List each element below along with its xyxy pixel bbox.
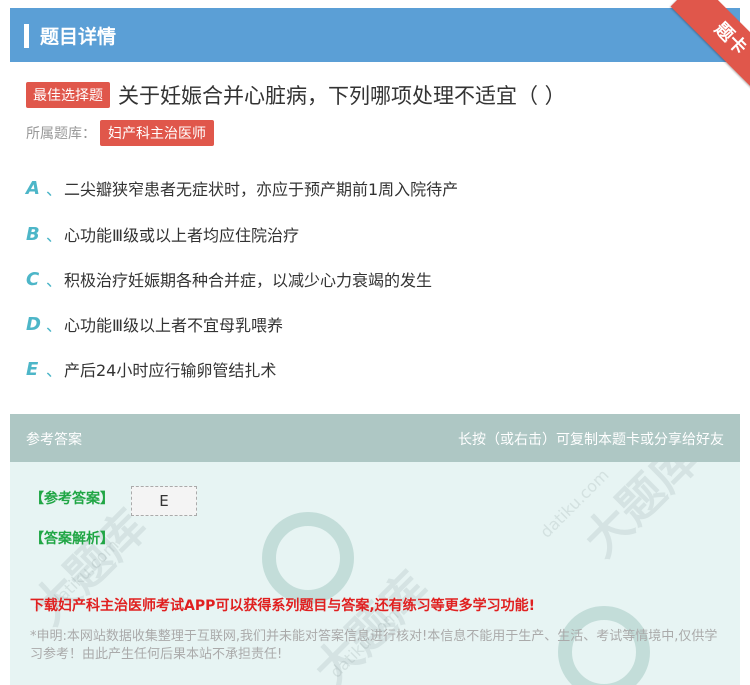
answer-value: E [131,486,197,516]
option-separator: 、 [46,271,63,290]
option-letter: D [26,313,41,335]
option-text: 心功能Ⅲ级或以上者均应住院治疗 [64,226,300,245]
analysis-label: 【答案解析】 [30,531,114,547]
option-separator: 、 [46,180,63,199]
answer-header-title: 参考答案 [26,432,82,448]
option-separator: 、 [46,361,63,380]
option-separator: 、 [46,226,63,245]
header-accent-bar [24,24,29,48]
option-letter: C [26,268,40,290]
option-letter: E [26,358,39,380]
option-c[interactable]: C 、 积极治疗妊娠期各种合并症，以减少心力衰竭的发生 [26,267,432,291]
option-separator: 、 [46,316,63,335]
option-letter: B [26,223,40,245]
option-d[interactable]: D 、 心功能Ⅲ级以上者不宜母乳喂养 [26,312,283,336]
question-text: 关于妊娠合并心脏病，下列哪项处理不适宜（ ） [118,84,566,108]
category-link[interactable]: 妇产科主治医师 [100,120,214,146]
option-text: 产后24小时应行输卵管结扎术 [64,361,277,380]
disclaimer-text: *申明:本网站数据收集整理于互联网,我们并未能对答案信息进行核对!本信息不能用于… [30,629,718,662]
page-title: 题目详情 [40,26,117,48]
category-line: 所属题库： 妇产科主治医师 [26,120,214,146]
option-letter: A [26,177,40,199]
page-header: 题目详情 [10,8,740,62]
option-text: 积极治疗妊娠期各种合并症，以减少心力衰竭的发生 [64,271,433,290]
question-line: 最佳选择题 关于妊娠合并心脏病，下列哪项处理不适宜（ ） [26,80,566,110]
share-hint: 长按（或右击）可复制本题卡或分享给好友 [458,432,724,448]
option-b[interactable]: B 、 心功能Ⅲ级或以上者均应住院治疗 [26,222,299,246]
answer-label: 【参考答案】 [30,491,114,507]
option-e[interactable]: E 、 产后24小时应行输卵管结扎术 [26,357,276,381]
question-type-tag: 最佳选择题 [26,82,110,108]
app-download-promo[interactable]: 下载妇产科主治医师考试APP可以获得系列题目与答案,还有练习等更多学习功能! [30,595,535,615]
option-text: 心功能Ⅲ级以上者不宜母乳喂养 [64,316,284,335]
answer-panel: 大题库 大题库 大题库 datiku.com datiku.com datiku… [10,414,740,685]
category-label: 所属题库： [26,126,96,142]
answer-header: 参考答案 长按（或右击）可复制本题卡或分享给好友 [10,414,740,462]
option-text: 二尖瓣狭窄患者无症状时，亦应于预产期前1周入院待产 [64,180,459,199]
question-card-badge: 题卡 [670,0,750,90]
corner-ribbon: 题卡 [660,0,750,90]
option-a[interactable]: A 、 二尖瓣狭窄患者无症状时，亦应于预产期前1周入院待产 [26,176,458,200]
watermark-logo-icon [262,512,354,604]
